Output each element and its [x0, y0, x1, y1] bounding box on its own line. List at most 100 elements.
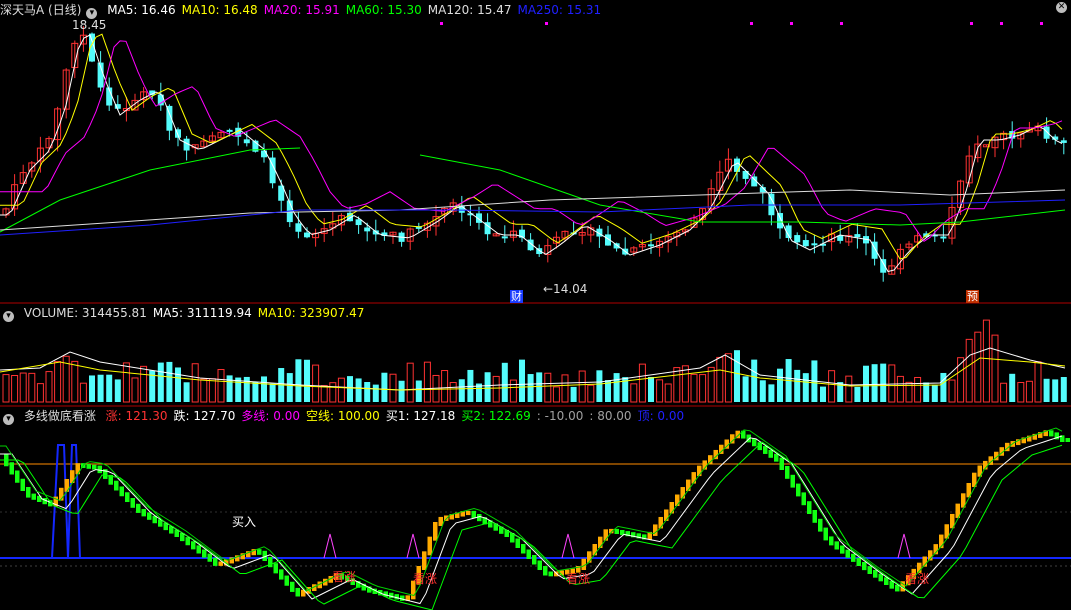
volume-bar-up — [79, 382, 87, 403]
volume-bar-down — [759, 380, 766, 402]
indicator-bar-falling — [284, 575, 289, 586]
candle-body-down — [613, 243, 620, 249]
signal-triangle — [323, 533, 337, 559]
indicator-bar-falling — [851, 553, 856, 562]
signal-triangle — [561, 533, 575, 559]
indicator-bar-falling — [807, 501, 812, 514]
volume-bar-up — [896, 375, 904, 403]
volume-bar-up — [552, 386, 560, 403]
volume-bar-up — [200, 378, 208, 403]
indicator-panel-header: ▾ 多线做底看涨 涨: 121.30 跌: 127.70 多线: 0.00 空线: 1… — [0, 408, 696, 425]
volume-bar-up — [312, 364, 320, 403]
volume-bar-down — [89, 375, 95, 402]
volume-bar-down — [734, 350, 740, 402]
indicator-bar-falling — [790, 474, 795, 488]
candle-body-down — [940, 236, 947, 239]
indicator-bar-falling — [829, 536, 834, 546]
volume-bar-up — [11, 374, 19, 403]
indicator-value: : 80.00 — [589, 409, 632, 423]
indicator-bar-falling — [526, 549, 531, 559]
indicator-bar-falling — [191, 541, 196, 550]
indicator-bar-falling — [614, 528, 619, 534]
volume-bar-down — [794, 369, 801, 402]
volume-bar-down — [648, 376, 654, 402]
close-icon[interactable]: ✕ — [1056, 2, 1067, 13]
indicator-bar-falling — [515, 538, 520, 548]
signal-triangle — [406, 533, 420, 559]
indicator-bar-falling — [202, 549, 207, 558]
indicator-value: MA250: 15.31 — [517, 3, 602, 17]
event-marker — [970, 22, 973, 25]
indicator-bar-falling — [273, 563, 278, 574]
volume-bar-down — [372, 384, 379, 402]
volume-bar-up — [320, 385, 328, 403]
candle-body-down — [802, 240, 809, 247]
volume-bar-down — [398, 380, 405, 402]
indicator-bar-falling — [1065, 438, 1070, 442]
circle-down-icon[interactable]: ▾ — [3, 311, 14, 322]
indicator-value: VOLUME: 314455.81 — [23, 306, 147, 320]
indicator-bar-rising — [427, 536, 432, 556]
indicator-bar-falling — [543, 566, 548, 576]
signal-triangle — [897, 533, 911, 559]
volume-bar-down — [269, 383, 276, 402]
volume-bar-up — [699, 374, 707, 403]
forecast-tag[interactable]: 预 — [966, 290, 979, 303]
volume-bar-up — [845, 375, 853, 403]
volume-bar-up — [329, 382, 337, 403]
indicator-bar-falling — [779, 457, 784, 470]
indicator-bar-falling — [763, 446, 768, 454]
buy-signal-label: 买入 — [232, 515, 257, 529]
indicator-value: 跌: 127.70 — [173, 409, 236, 423]
volume-bar-down — [1009, 373, 1016, 402]
event-marker — [545, 22, 548, 25]
volume-bar-up — [1025, 380, 1033, 403]
volume-bar-down — [166, 361, 173, 402]
volume-bar-down — [261, 376, 267, 402]
volume-bar-up — [45, 371, 53, 403]
volume-bar-down — [226, 375, 233, 402]
indicator-bar-falling — [845, 549, 850, 558]
volume-bar-up — [888, 364, 896, 403]
candle-body-down — [777, 213, 783, 229]
volume-bar-up — [71, 360, 79, 403]
indicator-bar-falling — [840, 545, 845, 554]
volume-bar-down — [295, 359, 302, 402]
volume-bar-up — [578, 370, 586, 403]
financial-report-tag[interactable]: 财 — [510, 290, 523, 303]
event-marker — [840, 22, 843, 25]
indicator-value: 顶: 0.00 — [637, 409, 685, 423]
volume-bar-down — [114, 379, 121, 402]
volume-bar-up — [423, 361, 431, 403]
candle-body-down — [794, 235, 801, 243]
volume-bar-down — [484, 372, 491, 402]
volume-bar-down — [751, 359, 758, 402]
circle-down-icon[interactable]: ▾ — [3, 414, 14, 425]
indicator-bar-falling — [537, 560, 542, 570]
ma60-line — [0, 147, 301, 233]
volume-bar-down — [1052, 379, 1059, 402]
indicator-value: MA5: 311119.94 — [152, 306, 252, 320]
volume-bar-down — [175, 367, 181, 402]
indicator-name: 多线做底看涨 — [23, 409, 96, 423]
volume-bar-down — [820, 386, 826, 402]
indicator-value: 买1: 127.18 — [385, 409, 456, 423]
volume-bar-down — [742, 376, 749, 402]
indicator-bar-falling — [130, 498, 135, 508]
event-marker — [440, 22, 443, 25]
volume-bar-up — [389, 373, 397, 403]
indicator-bar-rising — [653, 524, 658, 536]
volume-bar-up — [638, 363, 646, 403]
indicator-bar-falling — [823, 527, 828, 541]
volume-bar-up — [724, 353, 732, 403]
volume-bar-down — [347, 376, 353, 402]
volume-bar-up — [1000, 382, 1008, 403]
volume-bar-up — [191, 363, 199, 403]
candle-body-down — [364, 227, 371, 232]
indicator-value: 买2: 122.69 — [461, 409, 531, 423]
candle-body-down — [1060, 140, 1067, 143]
volume-bar-down — [527, 374, 534, 402]
bullish-signal-label: 看涨 — [413, 572, 438, 586]
volume-bar-up — [587, 384, 595, 403]
volume-bar-up — [914, 376, 922, 403]
